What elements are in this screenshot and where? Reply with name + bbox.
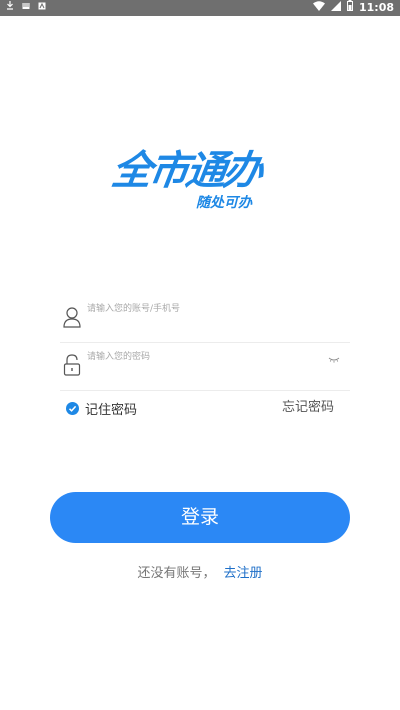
signal-icon bbox=[330, 0, 341, 16]
status-bar: 11:08 bbox=[0, 0, 400, 16]
register-prompt-line: 还没有账号， 去注册 bbox=[0, 566, 400, 582]
eye-closed-icon[interactable] bbox=[328, 349, 340, 363]
app-logo: 全市通办 随处可办 bbox=[108, 148, 288, 214]
checkmark-icon[interactable] bbox=[66, 401, 79, 415]
lock-icon bbox=[62, 354, 82, 376]
status-time: 11:08 bbox=[358, 1, 394, 14]
account-input[interactable] bbox=[87, 300, 317, 318]
battery-icon bbox=[346, 0, 353, 16]
forgot-password-link[interactable]: 忘记密码 bbox=[282, 400, 334, 416]
app-notification-icon bbox=[38, 0, 46, 16]
status-system-icons: 11:08 bbox=[312, 0, 394, 16]
message-icon bbox=[22, 0, 30, 16]
user-icon bbox=[62, 306, 82, 328]
account-field[interactable] bbox=[60, 294, 350, 343]
password-field[interactable] bbox=[60, 342, 350, 391]
remember-password-checkbox[interactable]: 记住密码 bbox=[66, 400, 138, 418]
logo-slogan: 随处可办 bbox=[196, 195, 252, 211]
password-input[interactable] bbox=[87, 348, 317, 366]
register-prompt-text: 还没有账号， bbox=[137, 566, 216, 581]
download-icon bbox=[6, 0, 14, 16]
logo-title: 全市通办 bbox=[108, 148, 264, 194]
wifi-icon bbox=[312, 0, 325, 16]
status-notification-icons bbox=[6, 0, 46, 16]
login-screen: 11:08 全市通办 随处可办 请输入您的账号/手机号 记住密码 忘记密码 登录… bbox=[0, 0, 400, 710]
login-button[interactable]: 登录 bbox=[50, 492, 350, 543]
register-link[interactable]: 去注册 bbox=[224, 566, 263, 581]
remember-password-label: 记住密码 bbox=[85, 402, 138, 418]
